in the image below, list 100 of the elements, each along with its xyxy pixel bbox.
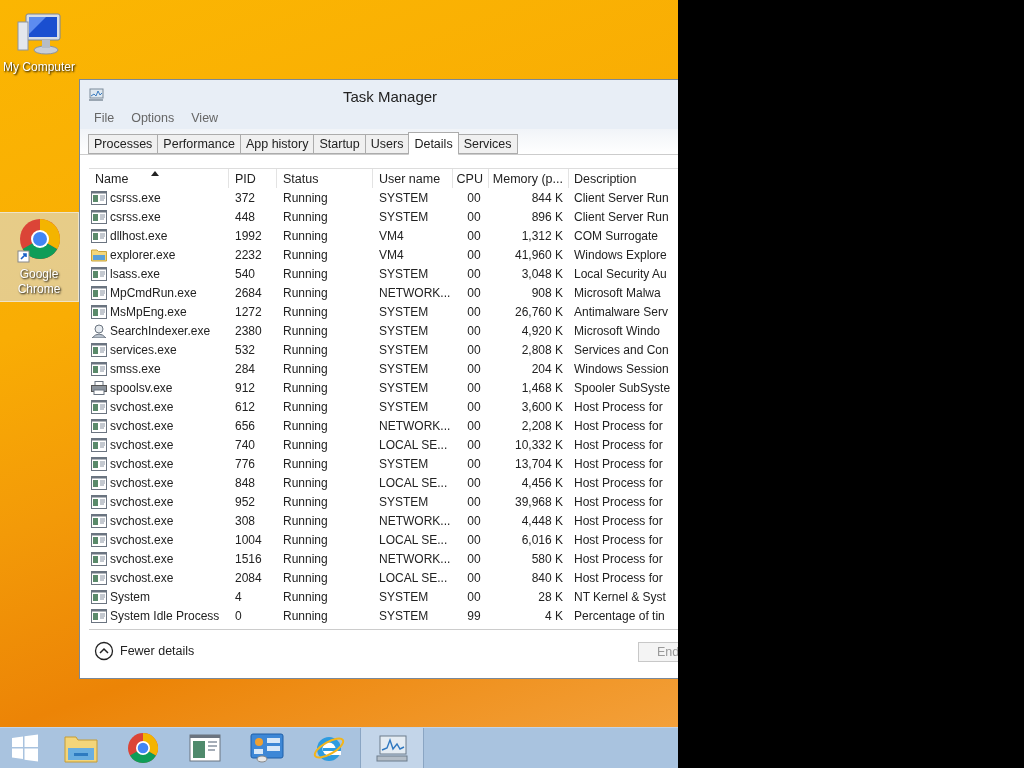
tab[interactable]: Services bbox=[457, 134, 518, 154]
table-cell-text: Running bbox=[282, 437, 329, 452]
table-cell-text: Antimalware Serv bbox=[573, 304, 670, 319]
table-cell-text: 00 bbox=[466, 551, 482, 566]
program-icon bbox=[91, 437, 107, 452]
table-cell-text: 532 bbox=[234, 342, 257, 357]
fewer-details-button[interactable]: Fewer details bbox=[89, 641, 195, 661]
table-cell-text: Host Process for bbox=[573, 532, 664, 547]
table-cell-text: 00 bbox=[466, 437, 482, 452]
tab[interactable]: Startup bbox=[313, 134, 366, 154]
table-cell-text: 13,704 K bbox=[513, 456, 564, 471]
table-cell: svchost.exe bbox=[110, 570, 174, 585]
table-cell-text: 4,456 K bbox=[520, 475, 564, 490]
column-header[interactable]: Memory (p... bbox=[489, 169, 569, 188]
table-cell-text: 00 bbox=[466, 247, 482, 262]
table-cell-text: 2084 bbox=[234, 570, 263, 585]
table-cell-text: Running bbox=[282, 532, 329, 547]
table-cell-text: 00 bbox=[466, 380, 482, 395]
table-cell: svchost.exe bbox=[110, 456, 174, 471]
table-cell-text: 4,920 K bbox=[520, 323, 564, 338]
column-header[interactable]: Name bbox=[89, 169, 229, 188]
column-header[interactable]: User name bbox=[373, 169, 453, 188]
table-cell-text: 1,312 K bbox=[520, 228, 564, 243]
program-icon bbox=[91, 551, 107, 566]
table-cell-text: NETWORK... bbox=[378, 285, 452, 300]
table-cell-text: SYSTEM bbox=[378, 399, 430, 414]
tab[interactable]: Performance bbox=[157, 134, 241, 154]
menu-item[interactable]: View bbox=[191, 111, 219, 125]
table-cell-text: 3,600 K bbox=[520, 399, 564, 414]
table-cell-text: Running bbox=[282, 380, 329, 395]
table-cell-text: 1004 bbox=[234, 532, 263, 547]
table-cell-text: 99 bbox=[466, 608, 482, 623]
table-cell-text: Running bbox=[282, 551, 329, 566]
table-cell-text: 00 bbox=[466, 361, 482, 376]
table-cell-text: 00 bbox=[466, 494, 482, 509]
program-icon bbox=[91, 418, 107, 433]
table-cell-text: Services and Con bbox=[573, 342, 670, 357]
table-cell-text: SYSTEM bbox=[378, 323, 430, 338]
table-cell-text: Microsoft Windo bbox=[573, 323, 662, 338]
table-cell: svchost.exe bbox=[110, 437, 174, 452]
table-cell-text: LOCAL SE... bbox=[378, 437, 449, 452]
table-cell-text: Running bbox=[282, 608, 329, 623]
table-cell: services.exe bbox=[110, 342, 177, 357]
menu-item[interactable]: File bbox=[94, 111, 115, 125]
table-cell-text: SYSTEM bbox=[378, 380, 430, 395]
table-cell: spoolsv.exe bbox=[110, 380, 173, 395]
table-cell-text: LOCAL SE... bbox=[378, 570, 449, 585]
table-cell-text: 4 K bbox=[544, 608, 564, 623]
table-cell-text: Windows Session bbox=[573, 361, 670, 376]
table-cell: svchost.exe bbox=[110, 418, 174, 433]
table-cell-text: 00 bbox=[466, 209, 482, 224]
tab[interactable]: Processes bbox=[88, 134, 159, 154]
column-header[interactable]: CPU bbox=[453, 169, 489, 188]
table-cell-text: Host Process for bbox=[573, 475, 664, 490]
program-icon bbox=[91, 456, 107, 471]
tab[interactable]: App history bbox=[239, 134, 315, 154]
tab[interactable]: Details bbox=[408, 132, 459, 155]
table-cell-text: 1,468 K bbox=[520, 380, 564, 395]
table-cell-text: 4 bbox=[234, 589, 243, 604]
tab[interactable]: Users bbox=[364, 134, 410, 154]
folder-icon bbox=[64, 733, 98, 763]
performance-monitor-icon bbox=[375, 734, 409, 762]
control-panel-icon bbox=[250, 733, 284, 763]
table-cell-text: 912 bbox=[234, 380, 257, 395]
chrome-icon bbox=[16, 217, 62, 263]
table-cell-text: Running bbox=[282, 285, 329, 300]
table-cell-text: 848 bbox=[234, 475, 257, 490]
table-cell-text: Running bbox=[282, 266, 329, 281]
table-cell-text: COM Surrogate bbox=[573, 228, 660, 243]
table-cell-text: 00 bbox=[466, 266, 482, 281]
program-icon bbox=[91, 399, 107, 414]
column-header[interactable]: Status bbox=[277, 169, 373, 188]
table-cell-text: 844 K bbox=[530, 190, 564, 205]
program-icon bbox=[91, 361, 107, 376]
chevron-up-icon bbox=[94, 641, 114, 661]
table-cell-text: NETWORK... bbox=[378, 551, 452, 566]
table-cell-text: 4,448 K bbox=[520, 513, 564, 528]
table-cell-text: Running bbox=[282, 456, 329, 471]
table-cell-text: Running bbox=[282, 209, 329, 224]
table-cell: csrss.exe bbox=[110, 190, 161, 205]
desktop-icon-label: Google Chrome bbox=[16, 267, 62, 297]
computer-icon bbox=[16, 12, 62, 56]
table-cell-text: 00 bbox=[466, 399, 482, 414]
table-cell-text: 00 bbox=[466, 532, 482, 547]
column-header[interactable]: PID bbox=[229, 169, 277, 188]
table-cell-text: 0 bbox=[234, 608, 243, 623]
table-cell-text: 896 K bbox=[530, 209, 564, 224]
taskbar-button[interactable] bbox=[360, 728, 424, 768]
table-cell-text: 41,960 K bbox=[513, 247, 564, 262]
menu-item[interactable]: Options bbox=[131, 111, 175, 125]
table-cell-text: 2,808 K bbox=[520, 342, 564, 357]
table-cell-text: SYSTEM bbox=[378, 456, 430, 471]
table-cell-text: Microsoft Malwa bbox=[573, 285, 662, 300]
table-cell: svchost.exe bbox=[110, 551, 174, 566]
sort-arrow-icon bbox=[151, 171, 159, 176]
table-cell-text: Host Process for bbox=[573, 456, 664, 471]
chrome-icon bbox=[127, 732, 159, 764]
table-cell: svchost.exe bbox=[110, 399, 174, 414]
table-cell-text: 372 bbox=[234, 190, 257, 205]
window-icon bbox=[189, 734, 221, 762]
